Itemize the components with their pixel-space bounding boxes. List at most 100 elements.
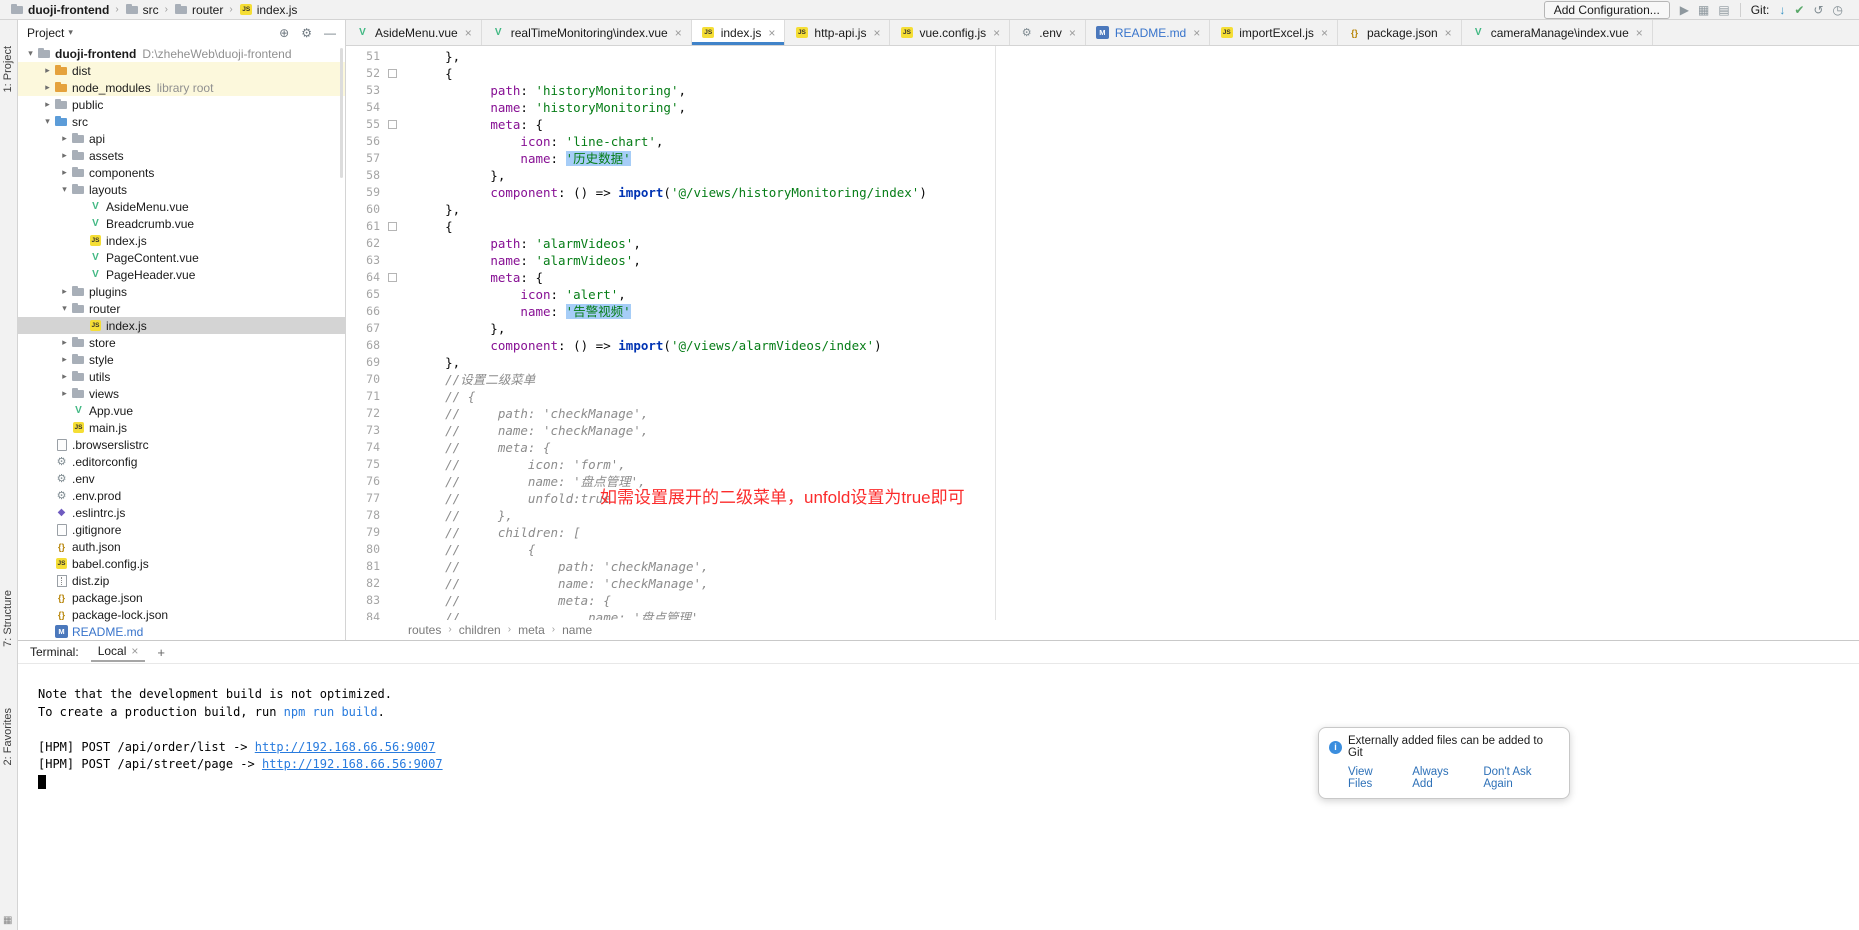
tab-importexcel.js[interactable]: importExcel.js× (1210, 20, 1338, 45)
tree-item-assets[interactable]: ▸assets (18, 147, 345, 164)
editor-breadcrumb-item-children[interactable]: children (459, 623, 501, 637)
tree-item-index.js[interactable]: index.js (18, 317, 345, 334)
tree-item-style[interactable]: ▸style (18, 351, 345, 368)
stripe-project-button[interactable]: 1: Project (2, 46, 14, 92)
tree-open-arrow-icon[interactable]: ▾ (41, 116, 54, 127)
settings-icon[interactable]: ⚙ (301, 26, 312, 40)
commit-icon[interactable]: ✔ (1794, 4, 1804, 16)
tree-closed-arrow-icon[interactable]: ▸ (41, 99, 54, 110)
project-view-title[interactable]: Project (27, 26, 64, 40)
tree-item-layouts[interactable]: ▾layouts (18, 181, 345, 198)
editor-breadcrumb-item-name[interactable]: name (562, 623, 592, 637)
update-project-icon[interactable]: ↓ (1779, 4, 1785, 16)
close-icon[interactable]: × (768, 26, 775, 40)
tree-item-pagecontent.vue[interactable]: PageContent.vue (18, 249, 345, 266)
tree-item-node_modules[interactable]: ▸node_moduleslibrary root (18, 79, 345, 96)
tree-item-utils[interactable]: ▸utils (18, 368, 345, 385)
tree-item-api[interactable]: ▸api (18, 130, 345, 147)
history-icon[interactable]: ◷ (1833, 4, 1843, 16)
hide-panel-icon[interactable]: — (324, 26, 336, 40)
close-icon[interactable]: × (1636, 26, 1643, 40)
tree-item-index.js[interactable]: index.js (18, 232, 345, 249)
stripe-favorites-button[interactable]: 2: Favorites (2, 708, 14, 765)
scrollbar[interactable] (340, 48, 343, 178)
tree-closed-arrow-icon[interactable]: ▸ (58, 167, 71, 178)
tab-http-api.js[interactable]: http-api.js× (785, 20, 890, 45)
tree-closed-arrow-icon[interactable]: ▸ (58, 354, 71, 365)
breadcrumb-item-src[interactable]: src (123, 3, 161, 17)
close-icon[interactable]: × (1069, 26, 1076, 40)
tree-item-breadcrumb.vue[interactable]: Breadcrumb.vue (18, 215, 345, 232)
tree-closed-arrow-icon[interactable]: ▸ (58, 388, 71, 399)
breadcrumb-item-index.js[interactable]: index.js (237, 3, 300, 17)
add-configuration-button[interactable]: Add Configuration... (1544, 1, 1670, 19)
tree-open-arrow-icon[interactable]: ▾ (58, 184, 71, 195)
coverage-icon[interactable]: ▦ (1698, 4, 1709, 16)
tree-item-public[interactable]: ▸public (18, 96, 345, 113)
fold-icon[interactable] (384, 218, 400, 235)
tree-item-pageheader.vue[interactable]: PageHeader.vue (18, 266, 345, 283)
tree-open-arrow-icon[interactable]: ▾ (58, 303, 71, 314)
tree-item-plugins[interactable]: ▸plugins (18, 283, 345, 300)
tree-closed-arrow-icon[interactable]: ▸ (41, 65, 54, 76)
tab-package.json[interactable]: package.json× (1338, 20, 1462, 45)
terminal-output[interactable]: Note that the development build is not o… (18, 664, 1859, 791)
notification-action-always-add[interactable]: Always Add (1412, 766, 1468, 790)
tree-item-src[interactable]: ▾src (18, 113, 345, 130)
close-icon[interactable]: × (1445, 26, 1452, 40)
close-icon[interactable]: × (1193, 26, 1200, 40)
tree-item-auth.json[interactable]: auth.json (18, 538, 345, 555)
tree-item-package.json[interactable]: package.json (18, 589, 345, 606)
terminal-link[interactable]: http://192.168.66.56:9007 (255, 740, 436, 754)
tree-item-.browserslistrc[interactable]: .browserslistrc (18, 436, 345, 453)
profiler-icon[interactable]: ▤ (1718, 4, 1729, 16)
tab-index.js[interactable]: index.js× (692, 20, 786, 45)
tree-item-components[interactable]: ▸components (18, 164, 345, 181)
rollback-icon[interactable]: ↺ (1813, 4, 1823, 16)
code-editor[interactable]: 51 },52 {53 path: 'historyMonitoring',54… (346, 46, 1859, 620)
tab-vue.config.js[interactable]: vue.config.js× (890, 20, 1010, 45)
tab-.env[interactable]: .env× (1010, 20, 1086, 45)
tree-item-duoji-frontend[interactable]: ▾duoji-frontendD:\zheheWeb\duoji-fronten… (18, 45, 345, 62)
close-icon[interactable]: × (131, 644, 138, 658)
terminal-tab-local[interactable]: Local × (91, 642, 146, 662)
fold-icon[interactable] (384, 65, 400, 82)
fold-icon[interactable] (384, 116, 400, 133)
close-icon[interactable]: × (873, 26, 880, 40)
tree-closed-arrow-icon[interactable]: ▸ (58, 337, 71, 348)
terminal-link[interactable]: http://192.168.66.56:9007 (262, 757, 443, 771)
tree-item-app.vue[interactable]: App.vue (18, 402, 345, 419)
close-icon[interactable]: × (1321, 26, 1328, 40)
fold-icon[interactable] (384, 269, 400, 286)
tree-closed-arrow-icon[interactable]: ▸ (58, 150, 71, 161)
tree-item-dist[interactable]: ▸dist (18, 62, 345, 79)
tab-cameramanage-index.vue[interactable]: cameraManage\index.vue× (1462, 20, 1653, 45)
tree-item-dist.zip[interactable]: dist.zip (18, 572, 345, 589)
editor-breadcrumb-item-meta[interactable]: meta (518, 623, 545, 637)
tree-item-.eslintrc.js[interactable]: .eslintrc.js (18, 504, 345, 521)
new-terminal-button[interactable]: + (157, 645, 165, 660)
tree-item-views[interactable]: ▸views (18, 385, 345, 402)
locate-file-icon[interactable]: ⊕ (279, 26, 289, 40)
close-icon[interactable]: × (465, 26, 472, 40)
tree-item-readme.md[interactable]: README.md (18, 623, 345, 640)
notification-action-view-files[interactable]: View Files (1348, 766, 1397, 790)
tree-item-.env.prod[interactable]: .env.prod (18, 487, 345, 504)
tree-item-store[interactable]: ▸store (18, 334, 345, 351)
play-icon[interactable]: ▶ (1680, 4, 1689, 16)
chevron-down-icon[interactable]: ▾ (68, 27, 73, 38)
tree-item-.editorconfig[interactable]: .editorconfig (18, 453, 345, 470)
breadcrumb-item-router[interactable]: router (172, 3, 225, 17)
close-icon[interactable]: × (675, 26, 682, 40)
tree-item-package-lock.json[interactable]: package-lock.json (18, 606, 345, 623)
tab-asidemenu.vue[interactable]: AsideMenu.vue× (346, 20, 482, 45)
tree-item-router[interactable]: ▾router (18, 300, 345, 317)
tree-item-main.js[interactable]: main.js (18, 419, 345, 436)
tree-closed-arrow-icon[interactable]: ▸ (58, 133, 71, 144)
tab-readme.md[interactable]: README.md× (1086, 20, 1210, 45)
breadcrumb-item-duoji-frontend[interactable]: duoji-frontend (8, 3, 111, 17)
stripe-structure-button[interactable]: 7: Structure (2, 590, 14, 647)
tree-item-.gitignore[interactable]: .gitignore (18, 521, 345, 538)
toolwindow-switcher-icon[interactable]: ▦ (3, 915, 12, 926)
tab-realtimemonitoring-index.vue[interactable]: realTimeMonitoring\index.vue× (482, 20, 692, 45)
